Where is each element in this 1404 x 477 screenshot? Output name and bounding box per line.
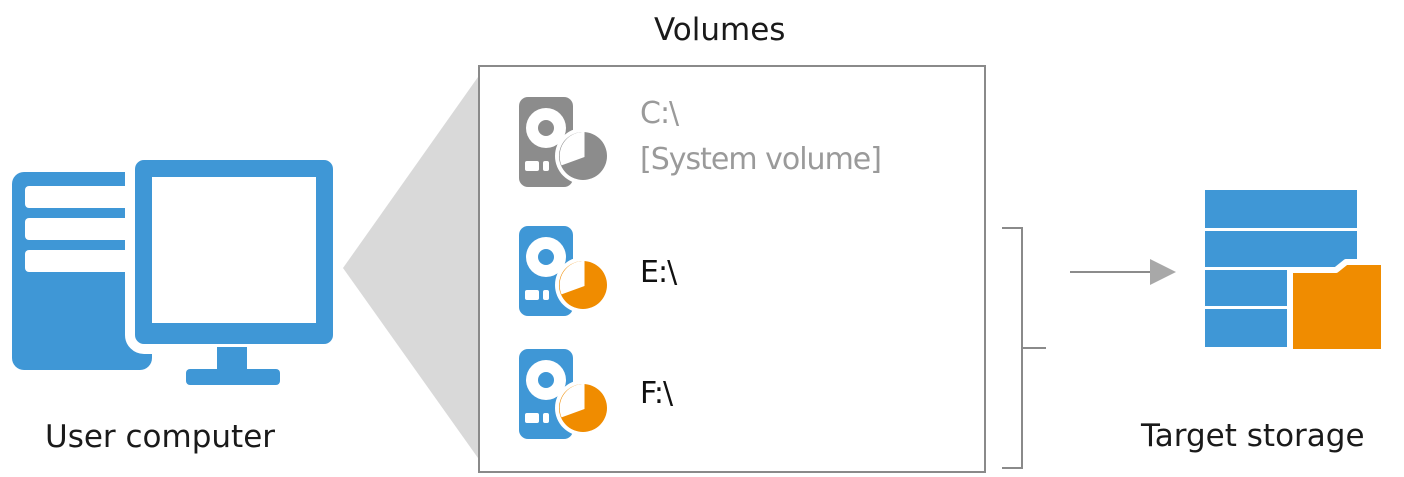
user-computer-label: User computer <box>45 419 276 455</box>
volumes-title: Volumes <box>654 12 786 48</box>
selection-bracket <box>1002 227 1046 469</box>
arrow-right-icon <box>1070 259 1176 285</box>
diagram-graphics <box>12 65 1387 473</box>
volume-c-name: C:\ <box>640 96 679 131</box>
volume-backup-diagram: Volumes User computer Target storage C:\… <box>0 0 1404 477</box>
volume-f-name: F:\ <box>640 376 673 411</box>
volume-e-name: E:\ <box>640 255 677 290</box>
storage-folder-icon <box>1205 190 1387 355</box>
volume-c-note: [System volume] <box>640 142 882 177</box>
zoom-wedge <box>343 77 478 458</box>
target-storage-label: Target storage <box>1141 418 1365 454</box>
computer-icon <box>12 150 343 385</box>
